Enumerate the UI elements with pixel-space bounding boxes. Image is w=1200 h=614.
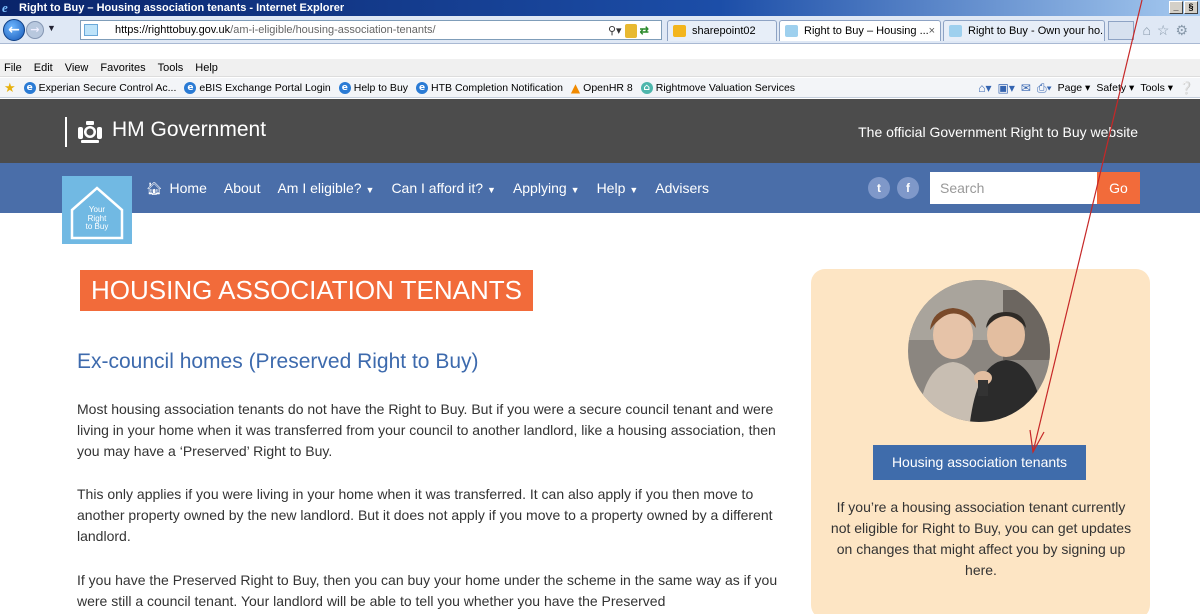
logo-line: to Buy — [85, 222, 109, 231]
house-icon — [785, 25, 798, 37]
tab-label: Right to Buy – Housing ... — [804, 25, 929, 37]
address-input[interactable]: https://righttobuy.gov.uk/am-i-eligible/… — [80, 20, 662, 40]
tenants-photo — [908, 280, 1050, 422]
sharepoint-icon — [673, 25, 686, 37]
nav-about[interactable]: About — [224, 180, 261, 196]
ie-page-icon: e — [416, 81, 429, 94]
page-favicon-icon — [84, 24, 98, 36]
forward-button[interactable]: → — [26, 21, 44, 39]
home-star-gear-icons[interactable]: ⌂☆⚙ — [1142, 22, 1194, 39]
favorites-bar: ★ e Experian Secure Control Ac... e eBIS E… — [0, 78, 1200, 98]
caret-down-icon: ▼ — [629, 185, 639, 195]
sidebar-signup-text[interactable]: If you’re a housing association tenant c… — [826, 497, 1136, 581]
url-path: /am-i-eligible/housing-association-tenan… — [230, 24, 436, 36]
search-go-button[interactable]: Go — [1097, 172, 1140, 204]
fav-htb-completion[interactable]: e HTB Completion Notification — [416, 81, 563, 94]
royal-crest-icon — [78, 121, 102, 143]
page-title: HOUSING ASSOCIATION TENANTS — [80, 270, 533, 311]
tab-right-to-buy-housing[interactable]: Right to Buy – Housing ... × — [779, 20, 941, 41]
window-titlebar: e Right to Buy – Housing association ten… — [0, 0, 1200, 16]
nav-help[interactable]: Help ▼ — [597, 180, 639, 196]
fav-ebis[interactable]: e eBIS Exchange Portal Login — [184, 81, 331, 94]
triangle-icon: ▲ — [570, 80, 581, 95]
fav-rightmove[interactable]: ⌂ Rightmove Valuation Services — [640, 81, 795, 94]
fav-openhr[interactable]: ▲ OpenHR 8 — [571, 82, 633, 94]
menu-tools[interactable]: Tools — [158, 62, 184, 74]
lock-icon[interactable] — [624, 24, 637, 38]
menu-bar: File Edit View Favorites Tools Help — [0, 59, 1200, 77]
paragraph: Most housing association tenants do not … — [77, 401, 776, 459]
nav-home[interactable]: 🏠︎ Home — [146, 180, 207, 197]
facebook-icon[interactable]: f — [897, 177, 919, 199]
menu-file[interactable]: File — [4, 62, 22, 74]
fav-help-to-buy[interactable]: e Help to Buy — [338, 81, 408, 94]
home-icon: 🏠︎ — [146, 180, 163, 196]
nav-can-i-afford-it[interactable]: Can I afford it? ▼ — [391, 180, 496, 196]
ie-page-icon: e — [23, 81, 36, 94]
caret-down-icon: ▼ — [365, 185, 375, 195]
search-input[interactable] — [930, 172, 1097, 204]
gov-header: HM Government The official Government Ri… — [0, 99, 1200, 163]
ie-page-icon: e — [338, 81, 351, 94]
gov-name[interactable]: HM Government — [112, 118, 266, 142]
caret-down-icon: ▼ — [487, 185, 496, 195]
cmd-tools[interactable]: Tools ▾ — [1140, 82, 1173, 94]
nav-applying[interactable]: Applying ▼ — [513, 180, 580, 196]
section-heading: Ex-council homes (Preserved Right to Buy… — [77, 350, 479, 373]
site-tagline: The official Government Right to Buy web… — [858, 124, 1138, 140]
paragraph: If you have the Preserved Right to Buy, … — [77, 572, 778, 609]
help-icon[interactable]: ❔ — [1179, 81, 1194, 95]
mail-icon[interactable]: ✉ — [1021, 81, 1031, 95]
window-title: Right to Buy – Housing association tenan… — [19, 2, 345, 14]
search-dropdown-icon[interactable]: ⚲▾ — [608, 22, 622, 40]
header-divider — [65, 117, 67, 147]
tab-label: Right to Buy - Own your ho... — [968, 25, 1105, 37]
cmd-safety[interactable]: Safety ▾ — [1096, 82, 1134, 94]
close-tab-icon[interactable]: × — [929, 21, 935, 41]
url-domain: https://righttobuy.gov.uk — [115, 24, 231, 36]
cmd-page[interactable]: Page ▾ — [1058, 82, 1091, 94]
print-icon[interactable]: ⎙▾ — [1037, 81, 1052, 96]
menu-edit[interactable]: Edit — [34, 62, 53, 74]
paragraph: This only applies if you were living in … — [77, 486, 773, 544]
housing-association-tenants-button[interactable]: Housing association tenants — [873, 445, 1086, 480]
refresh-icon[interactable]: ⇄ — [640, 22, 649, 40]
nav-advisers[interactable]: Advisers — [655, 180, 709, 196]
favorites-star-icon[interactable]: ★ — [4, 80, 16, 96]
caret-down-icon: ▼ — [570, 185, 580, 195]
menu-favorites[interactable]: Favorites — [100, 62, 145, 74]
home-icon[interactable]: ⌂▾ — [978, 81, 991, 95]
history-dropdown-icon[interactable]: ▼ — [47, 23, 56, 33]
house-icon — [949, 25, 962, 37]
fav-experian[interactable]: e Experian Secure Control Ac... — [23, 81, 176, 94]
menu-help[interactable]: Help — [195, 62, 218, 74]
right-to-buy-logo[interactable]: Your Right to Buy — [62, 176, 132, 244]
menu-view[interactable]: View — [65, 62, 89, 74]
ie-page-icon: e — [184, 81, 197, 94]
main-menu: 🏠︎ Home About Am I eligible? ▼ Can I affor… — [146, 163, 709, 213]
nav-am-i-eligible[interactable]: Am I eligible? ▼ — [277, 180, 374, 196]
tab-sharepoint[interactable]: sharepoint02 — [667, 20, 777, 41]
feeds-icon[interactable]: ▣▾ — [998, 81, 1015, 95]
tab-label: sharepoint02 — [692, 25, 756, 37]
restore-button[interactable]: § — [1184, 1, 1198, 14]
house-icon: ⌂ — [640, 81, 653, 94]
tab-right-to-buy-own[interactable]: Right to Buy - Own your ho... — [943, 20, 1105, 41]
ie-logo-icon: e — [2, 0, 8, 15]
minimize-button[interactable]: _ — [1169, 1, 1183, 14]
address-bar-row: ← → ▼ https://righttobuy.gov.uk/am-i-eli… — [0, 16, 1200, 44]
new-tab-button[interactable] — [1108, 21, 1134, 40]
back-button[interactable]: ← — [3, 19, 25, 41]
twitter-icon[interactable]: t — [868, 177, 890, 199]
